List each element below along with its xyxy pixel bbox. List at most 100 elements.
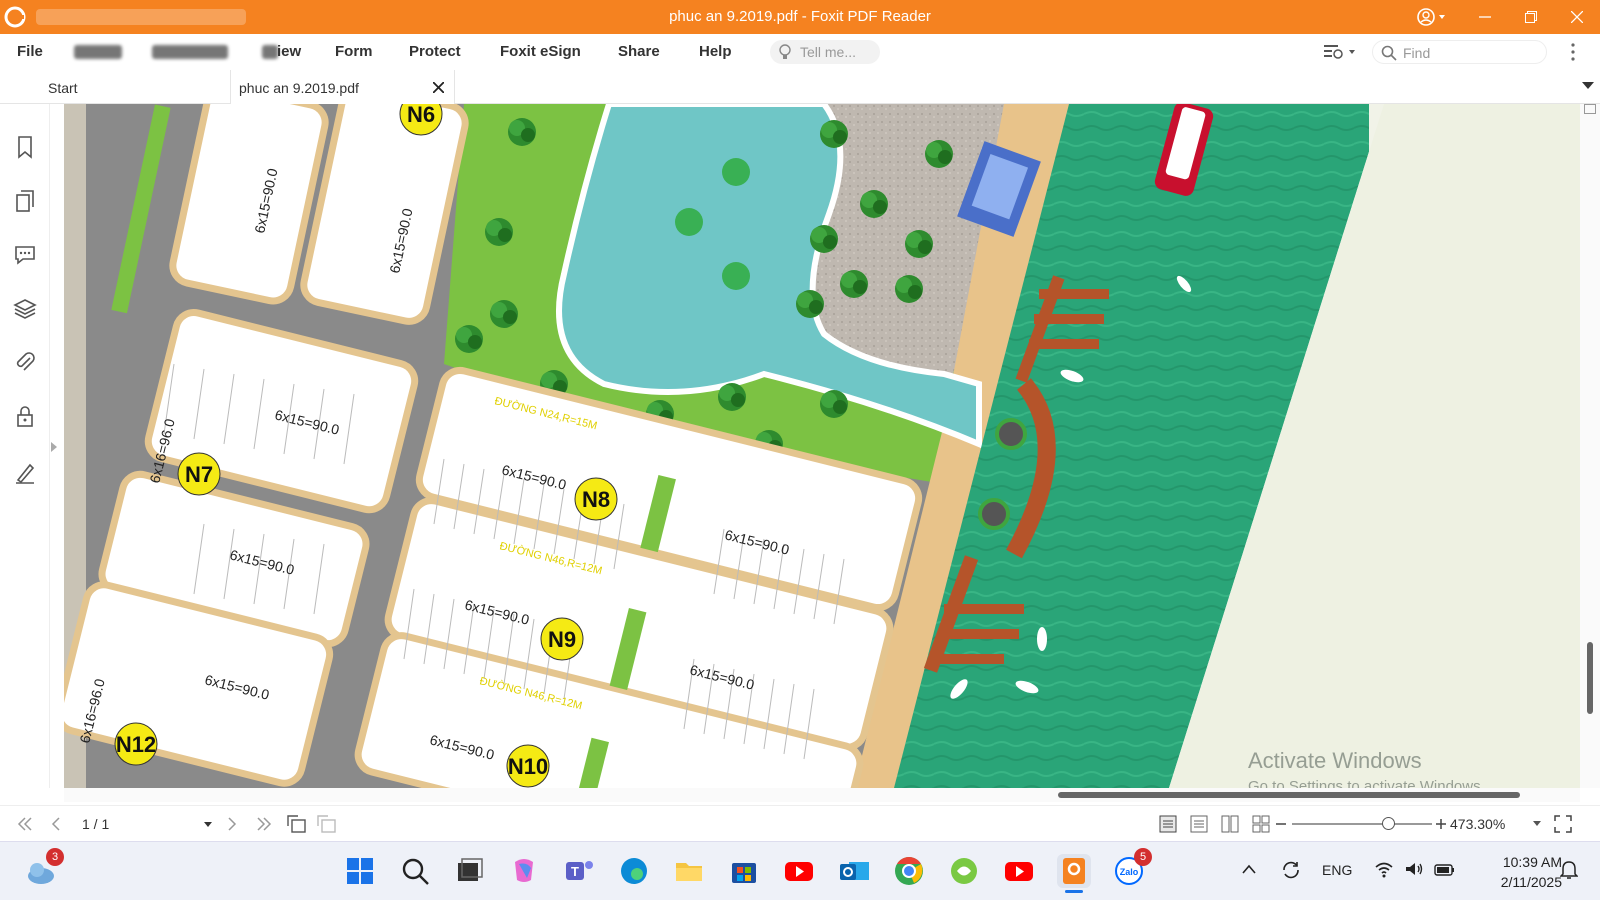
- block-marker-n8: N8: [574, 477, 618, 521]
- previous-page-icon[interactable]: [50, 816, 62, 832]
- menu-view-blur[interactable]: [262, 45, 278, 59]
- expand-panel-icon[interactable]: [51, 442, 57, 452]
- tell-me-input[interactable]: Tell me...: [770, 40, 880, 64]
- vertical-scrollbar[interactable]: [1580, 104, 1600, 788]
- zoom-level[interactable]: 473.30%: [1450, 816, 1505, 832]
- view-mode-icon[interactable]: [1322, 42, 1362, 62]
- account-button[interactable]: [1402, 0, 1462, 34]
- restore-icon: [1525, 11, 1537, 23]
- menu-view[interactable]: iew: [277, 43, 301, 60]
- menu-file[interactable]: File: [17, 43, 43, 60]
- tab-start[interactable]: Start: [48, 70, 218, 104]
- notification-bell-icon[interactable]: [1560, 860, 1578, 880]
- horizontal-scrollbar[interactable]: [64, 788, 1580, 802]
- comments-icon[interactable]: [12, 242, 38, 268]
- layers-icon[interactable]: [12, 296, 38, 322]
- tell-me-placeholder: Tell me...: [800, 44, 857, 60]
- tab-document-label: phuc an 9.2019.pdf: [239, 80, 359, 96]
- microsoft-store-app[interactable]: [727, 854, 761, 888]
- svg-text:N7: N7: [185, 462, 213, 487]
- menu-help[interactable]: Help: [699, 43, 732, 60]
- document-view[interactable]: ĐƯỜNG N24,R=15M ĐƯỜNG N46,R=12M ĐƯỜNG N4…: [64, 104, 1580, 788]
- zoom-out-icon[interactable]: [1275, 818, 1287, 830]
- battery-icon[interactable]: [1434, 860, 1456, 878]
- start-button[interactable]: [343, 854, 377, 888]
- chrome-icon: [895, 857, 923, 885]
- youtube-icon: [785, 862, 813, 881]
- system-clock[interactable]: 10:39 AM 2/11/2025: [1470, 852, 1562, 892]
- close-icon: [1571, 11, 1583, 23]
- outlook-app[interactable]: [837, 854, 871, 888]
- fullscreen-icon[interactable]: [1553, 814, 1573, 834]
- language-indicator[interactable]: ENG: [1322, 862, 1352, 878]
- sync-icon[interactable]: [1280, 860, 1302, 880]
- tab-start-label: Start: [48, 80, 78, 96]
- lightbulb-icon: [779, 44, 791, 59]
- pages-icon[interactable]: [12, 188, 38, 214]
- edge-app[interactable]: [617, 854, 651, 888]
- show-hidden-icons-chevron-icon[interactable]: [1242, 864, 1256, 874]
- bookmark-icon[interactable]: [12, 134, 38, 160]
- previous-view-icon[interactable]: [286, 814, 308, 834]
- zoom-slider[interactable]: [1292, 817, 1432, 830]
- search-button[interactable]: [398, 854, 432, 888]
- watermark-title: Activate Windows: [1248, 748, 1422, 773]
- first-page-icon[interactable]: [16, 816, 34, 832]
- next-view-icon[interactable]: [316, 814, 338, 834]
- wifi-icon[interactable]: [1374, 860, 1394, 878]
- horizontal-scroll-thumb[interactable]: [1058, 792, 1520, 798]
- zoom-dropdown-icon[interactable]: [1533, 821, 1541, 826]
- menu-home[interactable]: [74, 45, 122, 59]
- zalo-badge: 5: [1134, 848, 1152, 866]
- page-number-field[interactable]: 1 / 1: [74, 814, 216, 836]
- find-input[interactable]: Find: [1372, 40, 1547, 64]
- task-view-button[interactable]: [452, 854, 486, 888]
- next-page-icon[interactable]: [226, 816, 238, 832]
- menu-form[interactable]: Form: [335, 43, 373, 60]
- youtube-app-1[interactable]: [782, 854, 816, 888]
- svg-text:N12: N12: [116, 732, 156, 757]
- page-dropdown-icon[interactable]: [204, 822, 212, 827]
- store-icon: [732, 863, 756, 883]
- foxit-app[interactable]: [1057, 854, 1091, 893]
- facing-view-icon[interactable]: [1220, 814, 1240, 834]
- zoom-in-icon[interactable]: [1435, 818, 1447, 830]
- more-options-icon[interactable]: [1570, 42, 1576, 62]
- volume-icon[interactable]: [1404, 860, 1424, 878]
- menu-comment[interactable]: [152, 45, 228, 59]
- copilot-app[interactable]: [507, 854, 541, 888]
- block-marker-n7: N7: [177, 452, 221, 496]
- continuous-facing-view-icon[interactable]: [1251, 814, 1271, 834]
- teams-app[interactable]: T: [562, 854, 596, 888]
- attachment-icon[interactable]: [12, 350, 38, 376]
- last-page-icon[interactable]: [255, 816, 273, 832]
- minimize-button[interactable]: [1462, 0, 1508, 34]
- tab-list-chevron-icon[interactable]: [1582, 82, 1594, 90]
- window-title: phuc an 9.2019.pdf - Foxit PDF Reader: [669, 8, 931, 25]
- zalo-app[interactable]: Zalo 5: [1112, 848, 1152, 888]
- copilot-icon: [515, 859, 533, 882]
- file-explorer-app[interactable]: [672, 854, 706, 888]
- restore-button[interactable]: [1508, 0, 1554, 34]
- youtube-icon-2: [1005, 862, 1033, 881]
- vertical-scroll-thumb[interactable]: [1587, 642, 1593, 714]
- tab-document[interactable]: phuc an 9.2019.pdf: [230, 70, 455, 104]
- zoom-slider-handle[interactable]: [1382, 817, 1395, 830]
- chrome-app[interactable]: [892, 854, 926, 888]
- weather-widget[interactable]: 3: [24, 848, 64, 888]
- edge-icon: [621, 858, 647, 884]
- menu-share[interactable]: Share: [618, 43, 660, 60]
- single-page-view-icon[interactable]: [1158, 814, 1178, 834]
- menu-foxit-esign[interactable]: Foxit eSign: [500, 43, 581, 60]
- close-tab-icon[interactable]: [433, 82, 444, 93]
- continuous-view-icon[interactable]: [1189, 814, 1209, 834]
- task-view-icon: [458, 858, 483, 881]
- scroll-up-arrow-icon[interactable]: [1584, 104, 1596, 114]
- close-button[interactable]: [1554, 0, 1600, 34]
- green-app[interactable]: [947, 854, 981, 888]
- youtube-app-2[interactable]: [1002, 854, 1036, 888]
- menu-protect[interactable]: Protect: [409, 43, 461, 60]
- signature-pen-icon[interactable]: [12, 460, 38, 486]
- security-lock-icon[interactable]: [12, 404, 38, 430]
- search-icon: [1381, 45, 1397, 61]
